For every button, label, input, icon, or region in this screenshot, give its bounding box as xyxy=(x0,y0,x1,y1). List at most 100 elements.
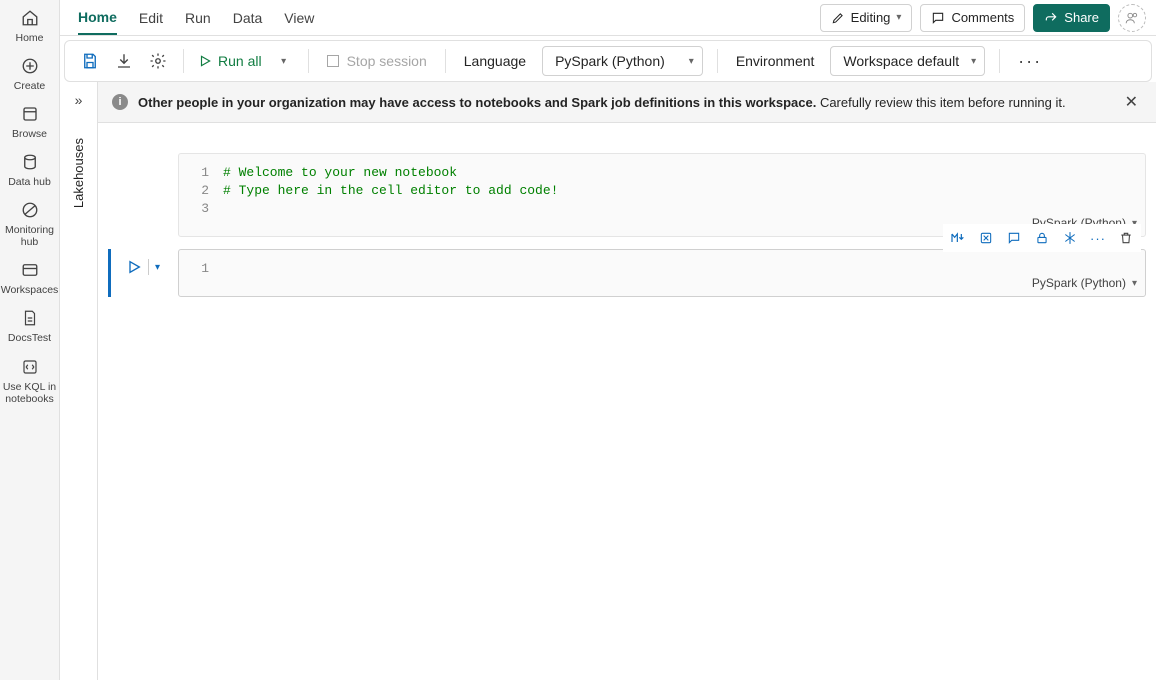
tab-view[interactable]: View xyxy=(284,0,314,35)
tab-data[interactable]: Data xyxy=(233,0,263,35)
cell-toolbar: ··· xyxy=(943,224,1141,252)
cell-gutter xyxy=(108,153,178,237)
language-value: PySpark (Python) xyxy=(555,53,665,69)
notebook-content: i Other people in your organization may … xyxy=(98,82,1156,680)
nav-data-hub[interactable]: Data hub xyxy=(2,150,58,188)
more-actions-button[interactable]: ··· xyxy=(1010,51,1050,72)
nav-label: DocsTest xyxy=(8,332,51,344)
nav-browse[interactable]: Browse xyxy=(2,102,58,140)
language-dropdown[interactable]: PySpark (Python) ▾ xyxy=(542,46,703,76)
home-icon xyxy=(18,6,42,30)
code-line xyxy=(223,260,1145,278)
side-panel-label[interactable]: Lakehouses xyxy=(71,138,86,208)
delete-cell-button[interactable] xyxy=(1113,226,1139,250)
comments-button[interactable]: Comments xyxy=(920,4,1025,32)
editing-label: Editing xyxy=(851,10,891,25)
code-lines: # Welcome to your new notebook # Type he… xyxy=(223,164,1145,218)
comment-icon xyxy=(931,11,945,25)
body-area: » Lakehouses i Other people in your orga… xyxy=(60,82,1156,680)
divider xyxy=(183,49,184,73)
menu-bar: Home Edit Run Data View Editing ▾ Commen… xyxy=(60,0,1156,36)
line-numbers: 1 xyxy=(179,260,223,278)
nav-monitoring-hub[interactable]: Monitoring hub xyxy=(2,198,58,248)
tab-run[interactable]: Run xyxy=(185,0,211,35)
download-button[interactable] xyxy=(109,46,139,76)
info-icon: i xyxy=(112,94,128,110)
chevron-down-icon: ▾ xyxy=(281,56,286,67)
nav-label: Home xyxy=(15,32,43,44)
divider xyxy=(445,49,446,73)
run-all-dropdown[interactable]: ▾ xyxy=(270,46,298,76)
chevron-down-icon: ▾ xyxy=(689,56,694,67)
menu-tabs: Home Edit Run Data View xyxy=(78,0,314,35)
workspaces-icon xyxy=(18,258,42,282)
settings-button[interactable] xyxy=(143,46,173,76)
code-line: # Type here in the cell editor to add co… xyxy=(223,182,1145,200)
divider xyxy=(148,259,149,275)
docstest-icon xyxy=(18,306,42,330)
stop-session-label: Stop session xyxy=(347,53,427,69)
divider xyxy=(717,49,718,73)
stop-session-button: Stop session xyxy=(319,53,435,69)
code-cell[interactable]: ··· 1 xyxy=(178,249,1146,297)
environment-label: Environment xyxy=(728,53,823,69)
divider xyxy=(308,49,309,73)
tab-edit[interactable]: Edit xyxy=(139,0,163,35)
code-editor[interactable]: 1 xyxy=(179,250,1145,296)
nav-label: Browse xyxy=(12,128,47,140)
save-button[interactable] xyxy=(75,46,105,76)
chevron-down-icon: ▾ xyxy=(896,12,901,23)
nav-label: Data hub xyxy=(8,176,51,188)
run-cell-dropdown[interactable]: ▾ xyxy=(155,262,160,273)
cell-gutter: ▾ xyxy=(108,249,178,297)
user-avatar[interactable] xyxy=(1118,4,1146,32)
freeze-cell-button[interactable] xyxy=(1057,226,1083,250)
language-label: Language xyxy=(456,53,534,69)
chevron-down-icon: ▾ xyxy=(971,56,976,67)
run-cell-button[interactable] xyxy=(126,259,142,275)
banner-rest: Carefully review this item before runnin… xyxy=(820,95,1066,110)
code-lines xyxy=(223,260,1145,278)
monitoring-icon xyxy=(18,198,42,222)
ribbon-toolbar: Run all ▾ Stop session Language PySpark … xyxy=(64,40,1152,82)
convert-markdown-button[interactable] xyxy=(945,226,971,250)
run-all-button[interactable]: Run all xyxy=(194,53,266,69)
editing-mode-button[interactable]: Editing ▾ xyxy=(820,4,913,32)
nav-docstest[interactable]: DocsTest xyxy=(2,306,58,344)
main-area: Home Edit Run Data View Editing ▾ Commen… xyxy=(60,0,1156,680)
browse-icon xyxy=(18,102,42,126)
divider xyxy=(999,49,1000,73)
comment-cell-button[interactable] xyxy=(1001,226,1027,250)
nav-create[interactable]: Create xyxy=(2,54,58,92)
code-line: # Welcome to your new notebook xyxy=(223,164,1145,182)
kql-icon xyxy=(18,355,42,379)
tab-home[interactable]: Home xyxy=(78,0,117,35)
left-nav-rail: Home Create Browse Data hub Monitoring h… xyxy=(0,0,60,680)
expand-panel-button[interactable]: » xyxy=(75,92,83,108)
nav-home[interactable]: Home xyxy=(2,6,58,44)
cell-wrapper: ▾ xyxy=(108,249,1146,297)
run-all-label: Run all xyxy=(218,53,262,69)
more-cell-actions-button[interactable]: ··· xyxy=(1085,226,1111,250)
nav-use-kql[interactable]: Use KQL in notebooks xyxy=(2,355,58,405)
cell-language: PySpark (Python) xyxy=(1032,276,1126,290)
environment-value: Workspace default xyxy=(843,53,959,69)
nav-workspaces[interactable]: Workspaces xyxy=(2,258,58,296)
share-label: Share xyxy=(1064,10,1099,25)
cell-language-selector[interactable]: PySpark (Python) ▾ xyxy=(1032,276,1137,290)
nav-label: Workspaces xyxy=(1,284,59,296)
nav-label: Create xyxy=(14,80,46,92)
share-button[interactable]: Share xyxy=(1033,4,1110,32)
banner-bold: Other people in your organization may ha… xyxy=(138,95,816,110)
play-icon xyxy=(198,54,212,68)
environment-dropdown[interactable]: Workspace default ▾ xyxy=(830,46,985,76)
side-panel-collapsed: » Lakehouses xyxy=(60,82,98,680)
edit-icon xyxy=(831,11,845,25)
nav-label: Use KQL in notebooks xyxy=(2,381,58,405)
lock-cell-button[interactable] xyxy=(1029,226,1055,250)
comments-label: Comments xyxy=(951,10,1014,25)
plus-circle-icon xyxy=(18,54,42,78)
clear-output-button[interactable] xyxy=(973,226,999,250)
info-banner: i Other people in your organization may … xyxy=(98,82,1156,123)
banner-close-button[interactable]: ✕ xyxy=(1121,92,1142,112)
